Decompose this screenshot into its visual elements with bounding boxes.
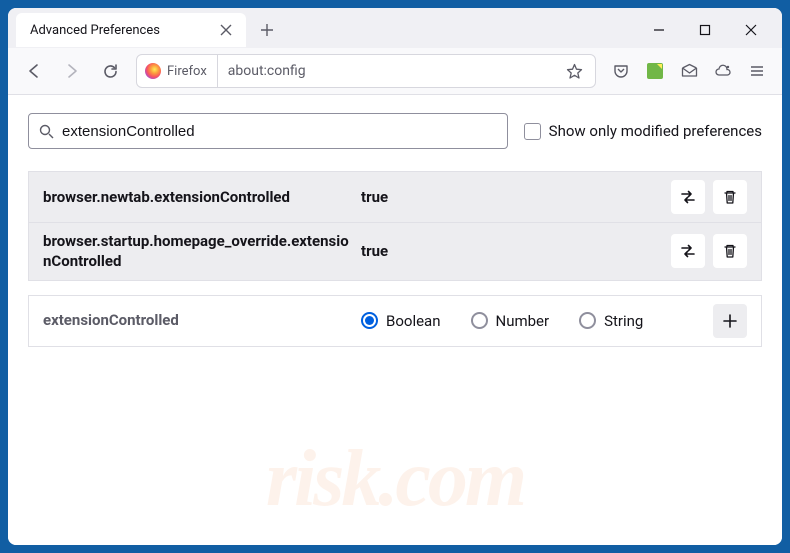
new-pref-row: extensionControlled Boolean Number Strin…	[29, 296, 761, 346]
url-bar[interactable]: Firefox about:config	[136, 54, 596, 88]
new-pref-name: extensionControlled	[43, 310, 353, 330]
new-tab-button[interactable]	[252, 15, 282, 45]
pref-value: true	[361, 242, 663, 260]
back-button[interactable]	[18, 55, 50, 87]
reload-button[interactable]	[94, 55, 126, 87]
radio-icon	[361, 312, 378, 329]
type-label: Number	[496, 312, 550, 330]
pref-value: true	[361, 188, 663, 206]
pref-search-input[interactable]	[62, 123, 497, 140]
pref-table: browser.newtab.extensionControlled true …	[28, 171, 762, 281]
extension-icon[interactable]	[640, 56, 670, 86]
close-window-button[interactable]	[728, 15, 774, 45]
checkbox-icon	[524, 123, 541, 140]
pref-search-box[interactable]	[28, 113, 508, 149]
type-options: Boolean Number String	[361, 312, 705, 330]
toolbar-icons	[606, 56, 772, 86]
toggle-button[interactable]	[671, 180, 705, 214]
close-icon[interactable]	[216, 20, 236, 40]
delete-button[interactable]	[713, 180, 747, 214]
type-radio-boolean[interactable]: Boolean	[361, 312, 441, 330]
add-button[interactable]	[713, 304, 747, 338]
bookmark-star-icon[interactable]	[562, 63, 587, 80]
type-label: Boolean	[386, 312, 441, 330]
search-row: Show only modified preferences	[28, 113, 762, 149]
radio-icon	[471, 312, 488, 329]
tab-active[interactable]: Advanced Preferences	[16, 13, 246, 47]
forward-button[interactable]	[56, 55, 88, 87]
pocket-icon[interactable]	[606, 56, 636, 86]
type-label: String	[604, 312, 643, 330]
pref-name: browser.startup.homepage_override.extens…	[43, 231, 353, 272]
identity-box[interactable]: Firefox	[145, 55, 218, 87]
show-modified-checkbox[interactable]: Show only modified preferences	[524, 122, 762, 140]
toggle-button[interactable]	[671, 234, 705, 268]
tab-strip: Advanced Preferences	[8, 8, 782, 48]
cloud-icon[interactable]	[708, 56, 738, 86]
type-radio-string[interactable]: String	[579, 312, 643, 330]
type-radio-number[interactable]: Number	[471, 312, 550, 330]
about-config-content: Show only modified preferences browser.n…	[8, 95, 782, 545]
radio-icon	[579, 312, 596, 329]
pref-row: browser.newtab.extensionControlled true	[29, 172, 761, 223]
minimize-button[interactable]	[636, 15, 682, 45]
row-actions	[671, 234, 747, 268]
mail-icon[interactable]	[674, 56, 704, 86]
maximize-button[interactable]	[682, 15, 728, 45]
pref-row: browser.startup.homepage_override.extens…	[29, 223, 761, 280]
browser-window: Advanced Preferences	[8, 8, 782, 545]
navigation-toolbar: Firefox about:config	[8, 48, 782, 95]
delete-button[interactable]	[713, 234, 747, 268]
menu-icon[interactable]	[742, 56, 772, 86]
tab-title: Advanced Preferences	[30, 23, 216, 38]
pref-name: browser.newtab.extensionControlled	[43, 187, 353, 207]
show-modified-label: Show only modified preferences	[549, 122, 762, 140]
new-pref-table: extensionControlled Boolean Number Strin…	[28, 295, 762, 347]
url-text: about:config	[228, 63, 562, 79]
window-controls	[636, 15, 774, 45]
watermark: risk.com	[8, 434, 782, 525]
row-actions	[713, 304, 747, 338]
firefox-icon	[145, 63, 161, 79]
identity-label: Firefox	[167, 64, 207, 79]
row-actions	[671, 180, 747, 214]
